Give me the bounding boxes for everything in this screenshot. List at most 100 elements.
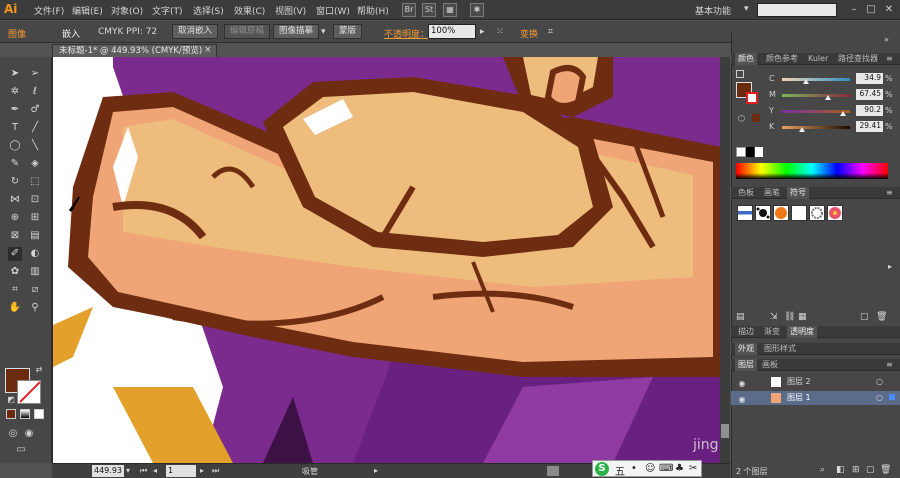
tab-layers[interactable]: 图层: [735, 359, 757, 371]
slider-value-input[interactable]: 90.2: [856, 105, 883, 116]
symbol-flower[interactable]: [827, 205, 843, 221]
tab-color-guide[interactable]: 颜色参考: [763, 53, 801, 65]
eraser-tool-icon[interactable]: ◈: [28, 157, 42, 171]
crop-icon[interactable]: ⌗: [548, 27, 553, 37]
ime-tools-icon[interactable]: ✂: [689, 463, 697, 474]
menu-effect[interactable]: 效果(C): [234, 4, 265, 17]
panel-menu-icon[interactable]: ≡: [883, 359, 896, 371]
tab-color[interactable]: 颜色: [735, 53, 757, 65]
perspective-grid-tool-icon[interactable]: ⊞: [28, 211, 42, 225]
symbol-orange-button[interactable]: [773, 205, 789, 221]
unembed-button[interactable]: 取消嵌入: [172, 24, 219, 39]
menu-edit[interactable]: 编辑(E): [72, 4, 103, 17]
slider-value-input[interactable]: 34.9: [856, 73, 883, 84]
color-spectrum[interactable]: [736, 163, 888, 179]
panel-scroll-icon[interactable]: ▸: [888, 262, 892, 271]
opacity-input[interactable]: 100%: [428, 24, 476, 39]
ime-logo-icon[interactable]: S: [595, 462, 609, 476]
draw-behind-icon[interactable]: ◉: [22, 427, 36, 441]
web-safe-cube-icon[interactable]: ⬡: [738, 114, 745, 123]
ime-mode-icon[interactable]: 五: [615, 463, 625, 478]
bridge-icon[interactable]: Br: [402, 3, 416, 17]
break-link-icon[interactable]: ⛓: [784, 312, 795, 322]
workspace-switcher[interactable]: 基本功能: [695, 4, 731, 17]
menu-help[interactable]: 帮助(H): [357, 4, 389, 17]
pencil-tool-icon[interactable]: ✎: [8, 157, 22, 171]
tab-gradient[interactable]: 渐变: [761, 326, 783, 338]
symbol-ink-splat[interactable]: [755, 205, 771, 221]
slider-track[interactable]: [782, 126, 850, 129]
target-icon[interactable]: ○: [876, 391, 883, 405]
delete-layer-icon[interactable]: 🗑: [880, 465, 891, 475]
delete-symbol-icon[interactable]: 🗑: [876, 312, 887, 322]
target-icon[interactable]: ○: [876, 375, 883, 389]
slice-tool-icon[interactable]: ⧄: [28, 283, 42, 297]
eyedropper-tool-icon[interactable]: ✐: [8, 247, 22, 261]
panel-menu-icon[interactable]: ≡: [883, 53, 896, 65]
eye-icon[interactable]: ◉: [737, 377, 747, 388]
collapse-panels-icon[interactable]: »: [884, 35, 889, 44]
chevron-right-icon[interactable]: ▸: [374, 466, 378, 475]
ime-keyboard-icon[interactable]: ⌨: [659, 463, 673, 474]
transform-label[interactable]: 变换: [520, 27, 538, 40]
tab-symbols[interactable]: 符号: [787, 187, 809, 199]
stroke-color-swatch[interactable]: [17, 380, 41, 404]
menu-select[interactable]: 选择(S): [193, 4, 224, 17]
magic-wand-tool-icon[interactable]: ✲: [8, 85, 22, 99]
none-mode-button[interactable]: [34, 409, 44, 419]
tab-brushes[interactable]: 画笔: [761, 187, 783, 199]
gpu-performance-icon[interactable]: ✱: [470, 3, 484, 17]
line-tool-icon[interactable]: ╱: [28, 121, 42, 135]
mask-button[interactable]: 蒙版: [333, 24, 363, 39]
screen-mode-icon[interactable]: ▭: [14, 443, 28, 457]
chevron-down-icon[interactable]: ▾: [321, 27, 326, 37]
ellipse-tool-icon[interactable]: ◯: [8, 139, 22, 153]
ime-skin-icon[interactable]: ♣: [675, 463, 684, 474]
new-symbol-icon[interactable]: ▢: [860, 312, 869, 322]
rotate-tool-icon[interactable]: ↻: [8, 175, 22, 189]
slider-value-input[interactable]: 29.41: [856, 121, 883, 132]
curvature-tool-icon[interactable]: ♂: [28, 103, 42, 117]
eye-icon[interactable]: ◉: [737, 393, 747, 404]
gradient-mode-button[interactable]: [20, 409, 30, 419]
lasso-tool-icon[interactable]: ℓ: [28, 85, 42, 99]
minimize-button[interactable]: –: [847, 3, 861, 16]
tab-appearance[interactable]: 外观: [735, 343, 757, 355]
arrange-documents-icon[interactable]: ▦: [443, 3, 457, 17]
drawing-mode-icon[interactable]: ◎: [6, 427, 20, 441]
default-colors-icon[interactable]: ◩: [4, 393, 18, 407]
menu-view[interactable]: 视图(V): [275, 4, 306, 17]
tab-pathfinder[interactable]: 路径查找器: [835, 53, 881, 65]
last-page-icon[interactable]: ⏭: [212, 466, 219, 476]
horizontal-scroll-thumb[interactable]: [547, 466, 559, 476]
vertical-scrollbar[interactable]: [720, 57, 730, 463]
panel-menu-icon[interactable]: ≡: [883, 187, 896, 199]
slider-knob[interactable]: [840, 111, 847, 116]
layer-name[interactable]: 图层 1: [787, 391, 811, 405]
chevron-down-icon[interactable]: ▾: [126, 466, 130, 475]
maximize-button[interactable]: □: [864, 3, 878, 16]
opacity-label[interactable]: 不透明度：: [384, 27, 429, 40]
type-tool-icon[interactable]: T: [8, 121, 22, 135]
blend-tool-icon[interactable]: ◐: [28, 247, 42, 261]
first-page-icon[interactable]: ⏮: [140, 466, 147, 476]
black-swatch[interactable]: [746, 147, 754, 157]
pen-tool-icon[interactable]: ✒: [8, 103, 22, 117]
artboard-number-input[interactable]: 1: [166, 465, 196, 477]
document-tab[interactable]: 未标题-1* @ 449.93% (CMYK/预览): [52, 44, 217, 57]
tab-swatches[interactable]: 色板: [735, 187, 757, 199]
none-color-swatch[interactable]: [736, 147, 746, 157]
slider-track[interactable]: [782, 78, 850, 81]
tab-stroke[interactable]: 描边: [735, 326, 757, 338]
layer-row[interactable]: ◉ 图层 1 ○: [731, 391, 900, 405]
artboard-canvas[interactable]: jing: [52, 57, 720, 463]
new-layer-icon[interactable]: ▢: [866, 465, 875, 475]
slider-knob[interactable]: [802, 79, 809, 84]
white-swatch[interactable]: [755, 147, 763, 157]
symbol-options-icon[interactable]: ▦: [798, 312, 807, 322]
tab-artboards[interactable]: 画板: [759, 359, 781, 371]
ime-punctuation-icon[interactable]: •: [631, 463, 637, 474]
place-symbol-icon[interactable]: ⇲: [770, 312, 778, 322]
hand-tool-icon[interactable]: ✋: [8, 301, 22, 315]
chevron-right-icon[interactable]: ▸: [480, 27, 485, 37]
